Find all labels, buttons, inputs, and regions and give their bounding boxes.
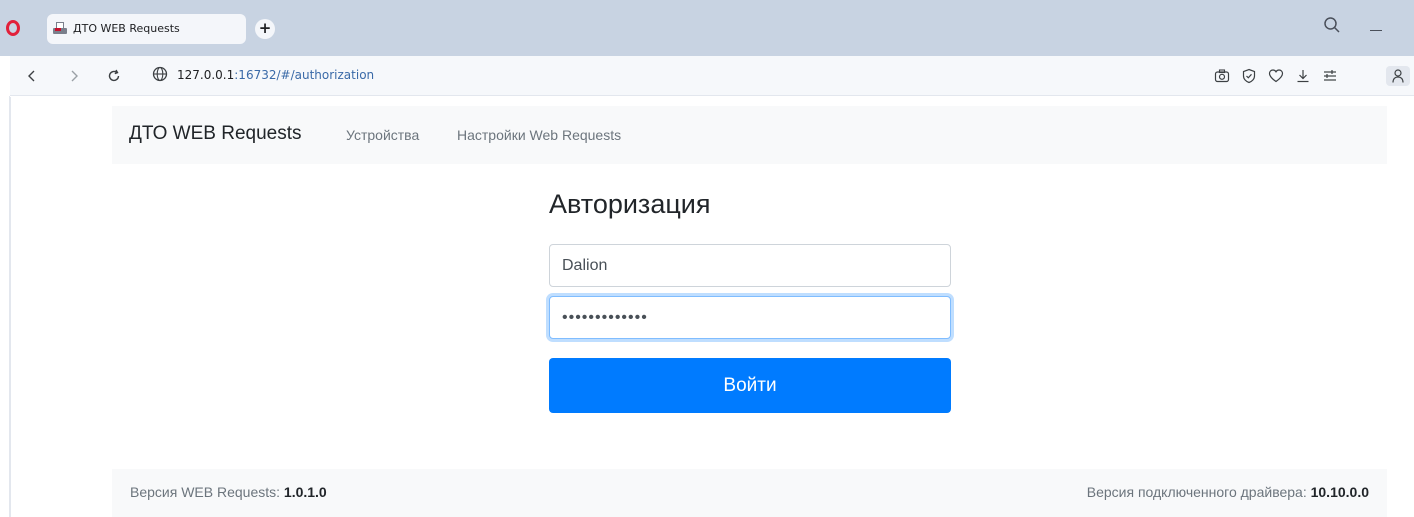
chevron-right-icon[interactable] <box>64 66 84 86</box>
browser-tabstrip: ДТО WEB Requests + <box>0 0 1414 56</box>
webrequests-version-value: 1.0.1.0 <box>283 484 327 500</box>
nav-link-settings[interactable]: Настройки Web Requests <box>457 127 621 143</box>
navbar-brand[interactable]: ДТО WEB Requests <box>129 123 302 145</box>
nav-link-devices[interactable]: Устройства <box>346 127 419 143</box>
browser-toolbar: 127.0.0.1:16732/#/authorization <box>10 56 1414 96</box>
webrequests-version-label: Версия WEB Requests: <box>130 484 281 500</box>
url-path: :16732/#/authorization <box>234 68 375 82</box>
webrequests-version: Версия WEB Requests: 1.0.1.0 <box>130 484 327 500</box>
username-field[interactable] <box>549 244 951 287</box>
chevron-left-icon[interactable] <box>22 66 42 86</box>
driver-version-label: Версия подключенного драйвера: <box>1086 484 1307 500</box>
tab-title: ДТО WEB Requests <box>73 22 180 35</box>
download-icon[interactable] <box>1293 66 1313 86</box>
opera-logo-icon[interactable] <box>6 20 20 36</box>
reload-icon[interactable] <box>104 66 124 86</box>
login-button[interactable]: Войти <box>549 358 951 413</box>
login-title: Авторизация <box>549 189 711 219</box>
globe-icon[interactable] <box>152 66 168 86</box>
shield-check-icon[interactable] <box>1239 66 1259 86</box>
browser-tab-active[interactable]: ДТО WEB Requests <box>47 14 246 44</box>
address-bar[interactable]: 127.0.0.1:16732/#/authorization <box>177 68 374 82</box>
driver-version: Версия подключенного драйвера: 10.10.0.0 <box>1087 484 1369 500</box>
app-navbar: ДТО WEB Requests Устройства Настройки We… <box>112 106 1387 164</box>
camera-icon[interactable] <box>1212 66 1232 86</box>
minimize-icon[interactable] <box>1370 30 1382 31</box>
profile-icon[interactable] <box>1386 66 1410 86</box>
new-tab-button[interactable]: + <box>255 19 275 39</box>
heart-icon[interactable] <box>1266 66 1286 86</box>
app-footer: Версия WEB Requests: 1.0.1.0 Версия подк… <box>112 469 1387 517</box>
url-host: 127.0.0.1 <box>177 68 235 82</box>
password-field[interactable] <box>549 296 951 339</box>
search-icon[interactable] <box>1323 16 1341 34</box>
page-content: ДТО WEB Requests Устройства Настройки We… <box>10 97 1414 517</box>
driver-version-value: 10.10.0.0 <box>1310 484 1369 500</box>
easy-setup-icon[interactable] <box>1320 66 1340 86</box>
printer-icon <box>53 22 67 34</box>
sidebar-edge <box>0 96 10 517</box>
